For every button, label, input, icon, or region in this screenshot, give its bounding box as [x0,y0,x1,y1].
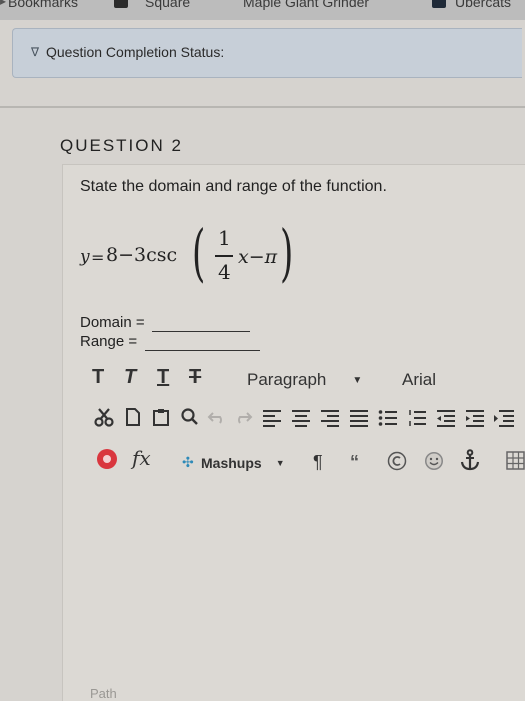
align-left-icon[interactable] [262,409,282,427]
table-icon[interactable] [506,451,525,470]
font-family-dropdown[interactable]: Arial [402,370,436,390]
equation-denominator: 4 [218,260,231,284]
bookmarks-bar: ▸ Bookmarks Square Maple Giant Grinder U… [0,0,525,20]
range-blank [145,350,260,351]
font-family-label: Arial [402,370,437,389]
strikethrough-button[interactable]: T [189,366,201,389]
italic-button[interactable]: T [124,366,136,389]
section-divider [0,106,525,108]
equation-lhs: y [80,247,90,267]
bookmark-square[interactable]: Square [145,0,190,10]
mashups-label: Mashups [201,455,262,471]
align-right-icon[interactable] [320,409,340,427]
ubercats-icon [432,0,446,8]
emoticon-icon[interactable] [424,451,444,471]
redo-icon[interactable] [233,409,253,425]
bulleted-list-icon[interactable] [378,409,398,427]
search-icon[interactable] [180,407,200,427]
question-completion-status-label: Question Completion Status: [46,44,225,60]
question-title: QUESTION 2 [60,136,183,155]
bookmark-ubercats[interactable]: Ubercats [455,0,511,10]
bold-button[interactable]: T [92,366,104,389]
copy-icon[interactable] [124,407,142,427]
function-equation: y = 8−3csc ( 1 4 x−π ) [80,216,320,292]
underline-button[interactable]: T [157,366,169,389]
caret-down-icon: ▼ [352,375,363,386]
equation-numerator: 1 [218,226,231,250]
indent-icon[interactable] [465,409,485,427]
undo-icon[interactable] [207,409,227,425]
paste-icon[interactable] [152,407,170,427]
mashups-caret-icon: ▼ [275,458,285,468]
domain-label: Domain = [80,314,145,331]
function-button[interactable]: fx [132,446,151,470]
paragraph-format-dropdown[interactable]: Paragraph ▼ [247,370,362,390]
cut-icon[interactable] [94,407,114,427]
equation-right-paren: ) [280,216,294,289]
outdent-icon[interactable] [436,409,456,427]
domain-blank [152,331,250,332]
list-style-icon[interactable] [493,409,515,427]
equation-fraction-bar [215,255,233,257]
blockquote-icon[interactable]: “ [350,452,359,473]
bookmark-maple-giant-grinder[interactable]: Maple Giant Grinder [243,0,369,10]
align-justify-icon[interactable] [349,409,369,427]
question-prompt: State the domain and range of the functi… [80,178,387,195]
equation-left-paren: ( [192,216,206,289]
double-chevron-down-icon[interactable]: ∇ [31,45,39,59]
equation-main-term: 8−3csc [106,244,178,266]
square-app-icon [114,0,128,8]
paragraph-format-label: Paragraph [247,370,327,389]
question-completion-status-bar[interactable]: ∇ Question Completion Status: [12,28,522,78]
bookmark-bookmarks[interactable]: Bookmarks [8,0,78,10]
editor-path-label: Path [90,686,117,701]
equation-equals: = [91,248,105,267]
anchor-icon[interactable] [460,449,480,471]
numbered-list-icon[interactable] [407,409,427,427]
align-center-icon[interactable] [291,409,311,427]
mashups-dropdown[interactable]: Mashups ▼ [201,455,285,471]
bookmarks-arrow-icon: ▸ [0,0,7,8]
equation-tail: x−π [238,246,278,268]
paragraph-mark-icon[interactable]: ¶ [313,452,323,473]
range-label: Range = [80,333,138,350]
function-label: fx [132,446,151,470]
mashups-icon: ✣ [182,454,194,470]
record-icon[interactable] [96,448,118,470]
copyright-icon[interactable] [387,451,407,471]
